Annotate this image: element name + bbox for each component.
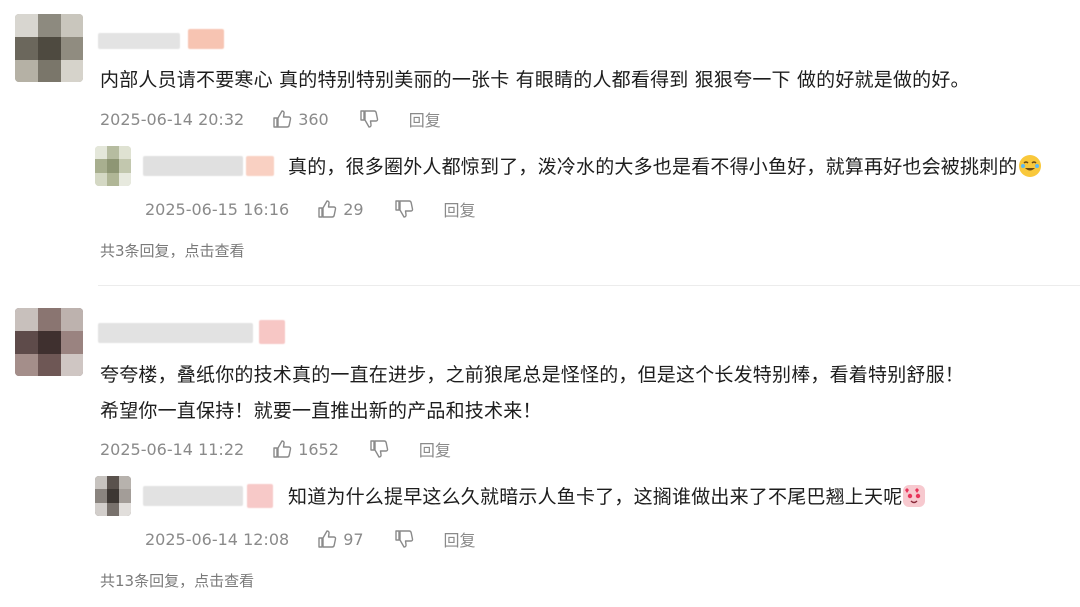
avatar[interactable] [15, 14, 83, 82]
reply-text: 真的，很多圈外人都惊到了，泼冷水的大多也是看不得小鱼好，就算再好也会被挑刺的 [288, 152, 1041, 182]
thumbs-up-icon [273, 440, 292, 458]
dislike-button[interactable] [369, 439, 389, 459]
dislike-button[interactable] [359, 109, 379, 129]
like-button[interactable]: 360 [272, 109, 329, 129]
reply-like-count: 29 [343, 199, 364, 219]
comment-text-line-2: 希望你一直保持！就要一直推出新的产品和技术来！ [100, 400, 542, 422]
crying-laughing-emoji [1018, 155, 1041, 177]
user-badge [188, 29, 224, 49]
thumbs-down-icon [394, 200, 413, 218]
reply-dislike-button[interactable] [394, 199, 414, 219]
reply-reply-button[interactable]: 回复 [444, 527, 476, 551]
thumbs-up-icon [318, 530, 337, 548]
reply-user-badge [246, 156, 274, 176]
thumbs-up-icon [273, 110, 292, 128]
reply-like-button[interactable]: 97 [317, 529, 364, 549]
comment-meta: 2025-06-14 20:32 360 回复 [100, 107, 441, 131]
reply-avatar[interactable] [95, 476, 131, 516]
thumbs-down-icon [370, 440, 389, 458]
reply-meta: 2025-06-15 16:16 29 回复 [145, 197, 476, 221]
comment-meta: 2025-06-14 11:22 1652 回复 [100, 437, 451, 461]
view-more-replies-link[interactable]: 共3条回复，点击查看 [100, 240, 245, 261]
like-button[interactable]: 1652 [272, 439, 339, 459]
username[interactable] [98, 323, 253, 343]
comment-text-line-1: 夸夸楼，叠纸你的技术真的一直在进步，之前狼尾总是怪怪的，但是这个长发特别棒，看着… [100, 364, 965, 386]
heart-eyes-emoji [903, 485, 926, 507]
comment-time: 2025-06-14 11:22 [100, 439, 245, 459]
divider [98, 285, 1080, 286]
like-count: 360 [298, 109, 329, 129]
reply-meta: 2025-06-14 12:08 97 回复 [145, 527, 476, 551]
reply-time: 2025-06-15 16:16 [145, 199, 290, 219]
thumbs-up-icon [318, 200, 337, 218]
like-count: 1652 [298, 439, 339, 459]
reply-user-badge [247, 484, 273, 508]
view-more-replies-link[interactable]: 共13条回复，点击查看 [100, 570, 254, 591]
comment-time: 2025-06-14 20:32 [100, 109, 245, 129]
reply-avatar[interactable] [95, 146, 131, 186]
thumbs-down-icon [394, 530, 413, 548]
reply-username[interactable] [143, 156, 243, 176]
user-badge [259, 320, 285, 344]
reply-like-count: 97 [343, 529, 364, 549]
comment-text: 内部人员请不要寒心 真的特别特别美丽的一张卡 有眼睛的人都看得到 狠狠夸一下 做… [100, 69, 970, 91]
reply-reply-button[interactable]: 回复 [444, 197, 476, 221]
reply-like-button[interactable]: 29 [317, 199, 364, 219]
username[interactable] [98, 33, 180, 49]
avatar[interactable] [15, 308, 83, 376]
reply-button[interactable]: 回复 [409, 107, 441, 131]
reply-text: 知道为什么提早这么久就暗示人鱼卡了，这搁谁做出来了不尾巴翘上天呢 [288, 482, 926, 512]
thumbs-down-icon [360, 110, 378, 128]
reply-button[interactable]: 回复 [419, 437, 451, 461]
reply-time: 2025-06-14 12:08 [145, 529, 290, 549]
reply-dislike-button[interactable] [394, 529, 414, 549]
reply-username[interactable] [143, 486, 243, 506]
